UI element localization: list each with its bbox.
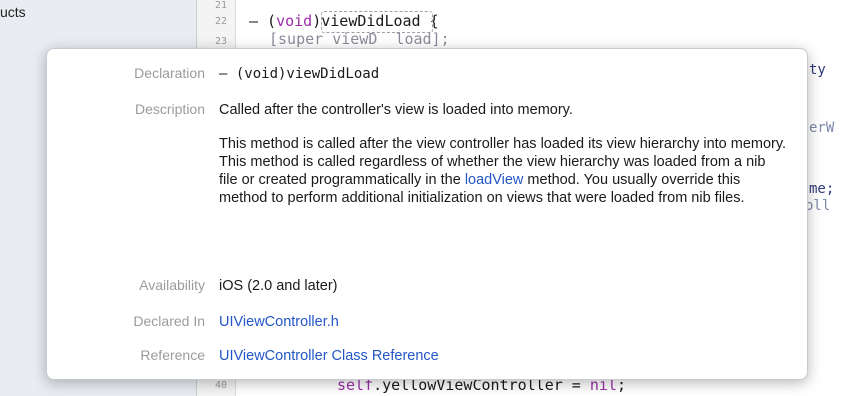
availability-label: Availability [139,277,205,293]
code-fragment: erW [809,120,835,136]
description-summary: Called after the controller's view is lo… [219,102,573,118]
code-fragment: oll [805,198,831,214]
line-number: 40 [214,380,227,391]
description-value: Called after the controller's view is lo… [219,101,787,207]
line-number: 21 [214,0,227,11]
code-token: – ( [249,12,277,30]
code-keyword: void [276,12,313,30]
loadview-link[interactable]: loadView [465,172,524,188]
description-label: Description [134,101,205,117]
description-detail: This method is called after the view con… [219,135,787,207]
declaration-label: Declaration [134,65,205,81]
quick-help-popover[interactable]: Declaration – (void)viewDidLoad Descript… [46,48,808,380]
declaration-value: – (void)viewDidLoad [219,66,380,82]
code-line-23[interactable]: [super viewD load]; [269,30,450,48]
code-fragment: me; [809,181,835,197]
availability-value: iOS (2.0 and later) [219,278,338,294]
line-number: 22 [214,16,227,27]
code-fragment: ty [809,62,826,78]
declared-in-link[interactable]: UIViewController.h [219,313,787,331]
declared-in-label: Declared In [133,313,205,329]
line-number: 23 [214,36,227,47]
reference-link[interactable]: UIViewController Class Reference [219,347,787,365]
navigator-item-label[interactable]: ucts [0,4,26,20]
reference-label: Reference [140,347,205,363]
